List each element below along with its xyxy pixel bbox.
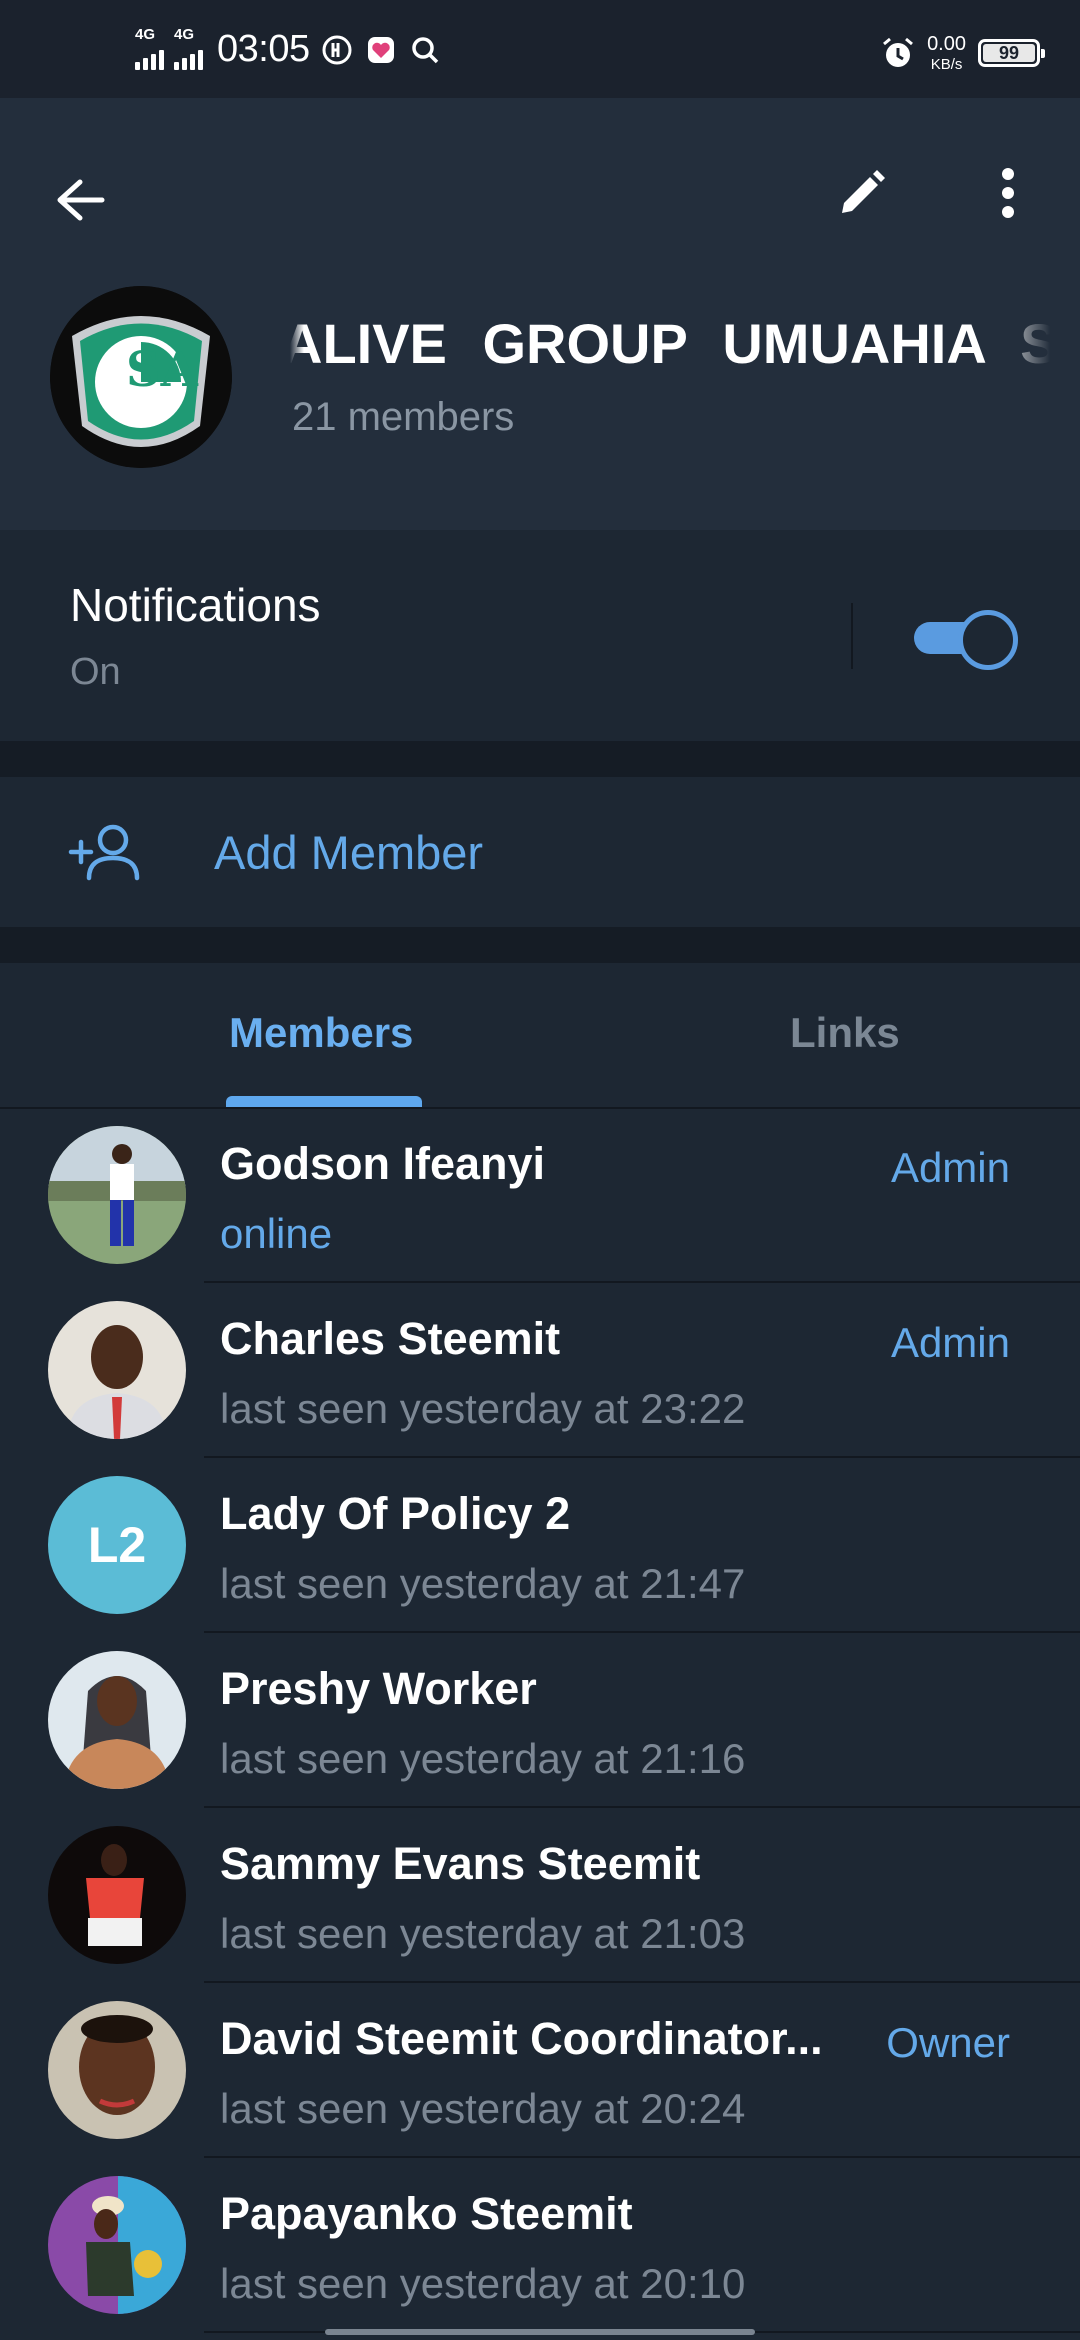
member-row[interactable]: Preshy Worker last seen yesterday at 21:…	[0, 1633, 1080, 1808]
search-icon	[408, 33, 442, 67]
status-right: 0.00 KB/s 99	[881, 34, 1045, 72]
pencil-icon	[842, 170, 885, 213]
avatar: L2	[48, 1476, 186, 1614]
group-title-wrap: ALIVE GROUP UMUAHIA S	[290, 308, 1050, 380]
add-member-button[interactable]: Add Member	[0, 777, 1080, 927]
svg-text:SA: SA	[126, 342, 199, 398]
group-title: ALIVE GROUP UMUAHIA S	[290, 312, 1050, 375]
battery-level: 99	[998, 42, 1020, 63]
member-name: Papayanko Steemit	[220, 2188, 633, 2239]
battery-icon: 99	[978, 39, 1045, 67]
data-saver-icon	[320, 33, 354, 67]
member-row[interactable]: David Steemit Coordinator... last seen y…	[0, 1983, 1080, 2158]
more-options-button[interactable]	[968, 153, 1048, 233]
avatar	[48, 2001, 186, 2139]
avatar	[48, 1651, 186, 1789]
tab-links[interactable]: Links	[790, 1009, 900, 1057]
member-status: last seen yesterday at 21:47	[220, 1560, 746, 1607]
back-arrow-icon	[57, 179, 105, 221]
group-header: SA ALIVE GROUP UMUAHIA S 21 members	[0, 98, 1080, 530]
clock: 03:05	[217, 28, 310, 70]
member-name: David Steemit Coordinator...	[220, 2013, 823, 2064]
avatar	[48, 1126, 186, 1264]
member-status: last seen yesterday at 23:22	[220, 1385, 746, 1432]
member-count: 21 members	[292, 395, 515, 439]
notifications-state: On	[70, 651, 121, 693]
member-status: last seen yesterday at 21:16	[220, 1735, 746, 1782]
divider	[851, 603, 853, 669]
avatar	[48, 1301, 186, 1439]
tab-bar: Members Links	[0, 963, 1080, 1109]
member-name: Lady Of Policy 2	[220, 1488, 571, 1539]
member-status: last seen yesterday at 21:03	[220, 1910, 746, 1957]
more-vertical-icon	[1002, 168, 1014, 218]
member-row[interactable]: Sammy Evans Steemit last seen yesterday …	[0, 1808, 1080, 1983]
app-notification-icon	[364, 33, 398, 67]
avatar	[48, 2176, 186, 2314]
notifications-row[interactable]: Notifications On	[0, 533, 1080, 741]
section-gap	[0, 741, 1080, 777]
section-gap	[0, 927, 1080, 963]
notifications-toggle[interactable]	[914, 608, 1018, 670]
member-name: Preshy Worker	[220, 1663, 537, 1714]
member-row[interactable]: L2 Lady Of Policy 2 last seen yesterday …	[0, 1458, 1080, 1633]
group-logo-icon: SA	[50, 286, 232, 468]
member-name: Godson Ifeanyi	[220, 1138, 546, 1189]
status-left: 4G 4G 03:05	[135, 26, 442, 71]
member-name: Charles Steemit	[220, 1313, 561, 1364]
member-status: last seen yesterday at 20:24	[220, 2085, 746, 2132]
signal-icon: 4G	[174, 26, 203, 70]
speed-unit: KB/s	[930, 56, 963, 73]
network-label: 4G	[174, 25, 195, 43]
home-indicator[interactable]	[325, 2329, 755, 2335]
members-list: Godson Ifeanyi online Admin Charles Stee…	[0, 1108, 1080, 2333]
status-bar: 4G 4G 03:05 0.00 KB/s 99	[0, 0, 1080, 98]
network-label: 4G	[135, 25, 156, 43]
member-role: Admin	[890, 1144, 1010, 1191]
edit-button[interactable]	[822, 153, 902, 233]
member-role: Admin	[890, 1319, 1010, 1366]
member-row[interactable]: Godson Ifeanyi online Admin	[0, 1108, 1080, 1283]
add-member-label: Add Member	[214, 826, 484, 879]
back-button[interactable]	[40, 160, 120, 240]
network-speed: 0.00 KB/s	[927, 34, 966, 72]
member-row[interactable]: Charles Steemit last seen yesterday at 2…	[0, 1283, 1080, 1458]
member-name: Sammy Evans Steemit	[220, 1838, 701, 1889]
tab-indicator	[226, 1096, 422, 1107]
member-status: online	[220, 1210, 333, 1257]
add-user-icon	[60, 807, 150, 897]
speed-value: 0.00	[927, 33, 966, 55]
member-row[interactable]: Papayanko Steemit last seen yesterday at…	[0, 2158, 1080, 2333]
signal-icon: 4G	[135, 26, 164, 70]
member-role: Owner	[886, 2019, 1010, 2066]
member-status: last seen yesterday at 20:10	[220, 2260, 746, 2307]
avatar-initials: L2	[48, 1476, 186, 1614]
group-avatar[interactable]: SA	[50, 286, 232, 468]
avatar	[48, 1826, 186, 1964]
tab-members[interactable]: Members	[229, 1009, 413, 1057]
alarm-icon	[881, 36, 915, 70]
notifications-title: Notifications	[70, 579, 321, 631]
